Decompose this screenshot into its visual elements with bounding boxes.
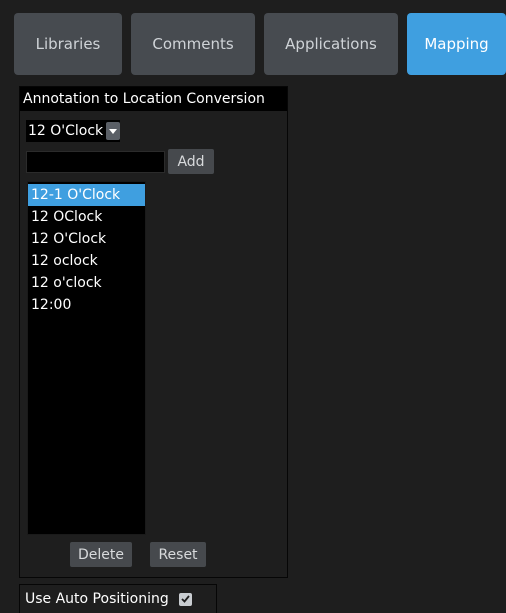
location-select[interactable]: 12 O'Clock: [26, 120, 121, 142]
checkmark-icon: [181, 595, 190, 603]
chevron-down-icon[interactable]: [106, 122, 121, 140]
tab-label: Comments: [152, 35, 234, 53]
list-item[interactable]: 12 O'Clock: [28, 228, 145, 250]
location-select-value: 12 O'Clock: [28, 123, 104, 139]
annotation-input[interactable]: [26, 151, 165, 173]
tab-libraries[interactable]: Libraries: [14, 13, 122, 75]
panel-title: Annotation to Location Conversion: [20, 87, 287, 111]
auto-positioning-checkbox[interactable]: [178, 592, 192, 606]
annotation-list[interactable]: 12-1 O'Clock 12 OClock 12 O'Clock 12 oclock…: [27, 181, 146, 535]
tab-mapping[interactable]: Mapping: [407, 13, 506, 75]
tab-label: Mapping: [424, 35, 489, 53]
list-item[interactable]: 12 OClock: [28, 206, 145, 228]
auto-positioning-label: Use Auto Positioning: [25, 591, 169, 607]
add-button[interactable]: Add: [168, 149, 214, 174]
tab-label: Libraries: [35, 35, 101, 53]
reset-button[interactable]: Reset: [150, 542, 206, 567]
list-item[interactable]: 12 o'clock: [28, 272, 145, 294]
tab-applications[interactable]: Applications: [264, 13, 398, 75]
list-item[interactable]: 12:00: [28, 294, 145, 316]
annotation-conversion-panel: Annotation to Location Conversion 12 O'C…: [19, 86, 288, 578]
list-item[interactable]: 12 oclock: [28, 250, 145, 272]
tab-bar: Libraries Comments Applications Mapping: [0, 0, 506, 84]
delete-button[interactable]: Delete: [70, 542, 132, 567]
tab-comments[interactable]: Comments: [131, 13, 255, 75]
list-item[interactable]: 12-1 O'Clock: [28, 184, 145, 206]
tab-label: Applications: [285, 35, 377, 53]
auto-positioning-row: Use Auto Positioning: [19, 584, 217, 613]
